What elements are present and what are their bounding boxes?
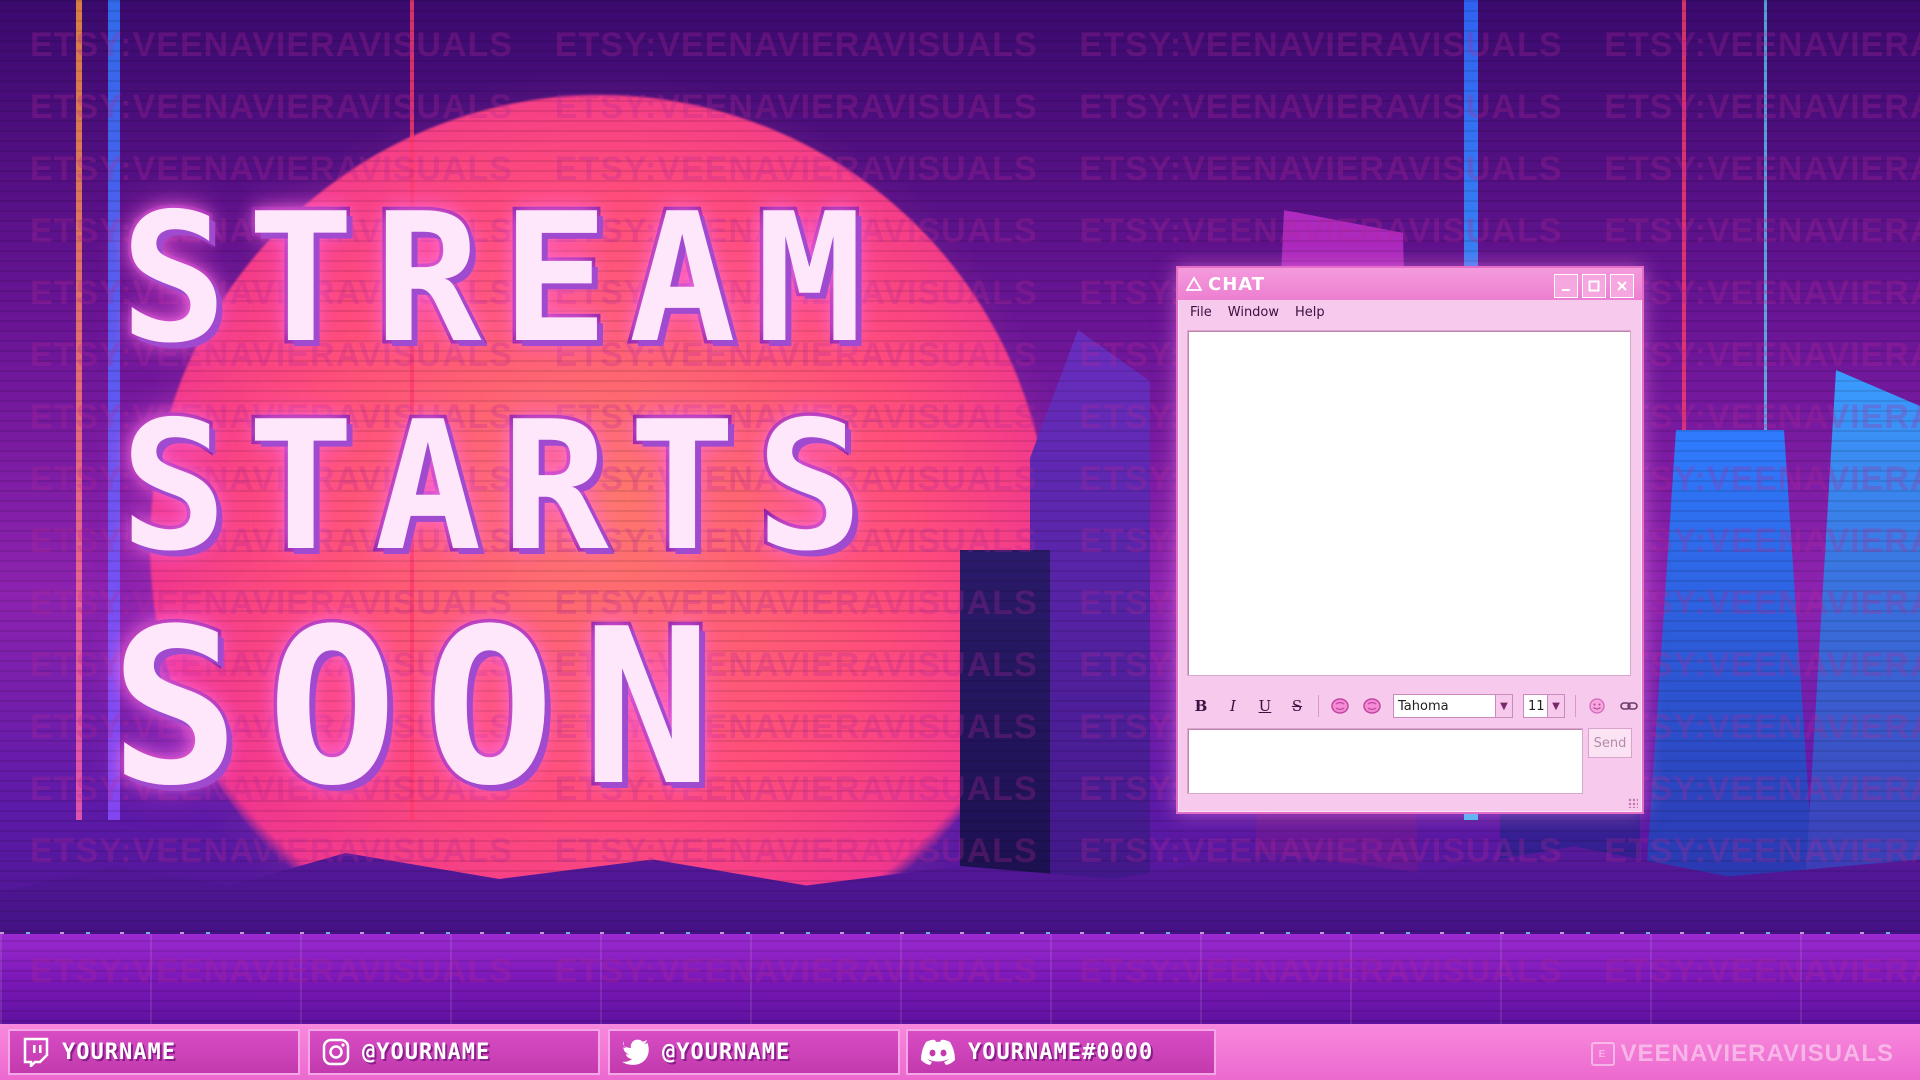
social-instagram-label: @YOURNAME xyxy=(362,1039,491,1065)
maximize-icon xyxy=(1588,280,1600,292)
watermark-text: ETSY:VEENAVIERAVISUALS ETSY:VEENAVIERAVI… xyxy=(30,952,1920,990)
strikethrough-button[interactable]: S xyxy=(1286,695,1308,717)
emoji-button[interactable] xyxy=(1586,695,1608,717)
minimize-icon xyxy=(1562,289,1570,291)
instagram-icon xyxy=(320,1036,352,1068)
window-controls xyxy=(1554,274,1634,298)
social-twitter-label: @YOURNAME xyxy=(662,1039,791,1065)
underline-button[interactable]: U xyxy=(1254,695,1276,717)
brand-watermark-text: VEENAVIERAVISUALS xyxy=(1620,1040,1894,1067)
brand-watermark: E VEENAVIERAVISUALS xyxy=(1590,1040,1895,1068)
chat-format-toolbar: B I U S Tahoma ▼ 11 ▼ xyxy=(1190,692,1640,720)
warning-triangle-icon xyxy=(1186,276,1202,292)
toolbar-divider xyxy=(1318,695,1319,717)
resize-grip-icon[interactable] xyxy=(1628,798,1638,808)
brain-icon xyxy=(1363,698,1381,714)
font-size-value: 11 xyxy=(1528,698,1545,714)
maximize-button[interactable] xyxy=(1582,274,1606,298)
italic-button[interactable]: I xyxy=(1222,695,1244,717)
background-color-button[interactable] xyxy=(1361,695,1383,717)
watermark-text: ETSY:VEENAVIERAVISUALS ETSY:VEENAVIERAVI… xyxy=(30,26,1920,64)
text-color-button[interactable] xyxy=(1329,695,1351,717)
chat-title: CHAT xyxy=(1208,273,1266,295)
chat-window: CHAT File Window Help B I U S Tahoma ▼ 1… xyxy=(1176,266,1644,814)
social-discord-label: YOURNAME#0000 xyxy=(968,1039,1154,1065)
social-twitch-label: YOURNAME xyxy=(62,1039,176,1065)
social-discord: YOURNAME#0000 xyxy=(906,1029,1216,1075)
chat-titlebar[interactable]: CHAT xyxy=(1178,268,1642,300)
watermark-text: ETSY:VEENAVIERAVISUALS ETSY:VEENAVIERAVI… xyxy=(30,832,1920,870)
close-icon xyxy=(1617,281,1627,291)
menu-window[interactable]: Window xyxy=(1228,305,1279,320)
link-icon xyxy=(1620,702,1638,710)
chevron-down-icon: ▼ xyxy=(1547,695,1564,717)
headline-line-2: STARTS xyxy=(117,383,883,590)
font-family-select[interactable]: Tahoma ▼ xyxy=(1393,694,1513,718)
headline-line-3: SOON xyxy=(107,582,740,833)
close-button[interactable] xyxy=(1610,274,1634,298)
etsy-logo-icon: E xyxy=(1590,1042,1615,1066)
chat-message-log[interactable] xyxy=(1187,330,1631,676)
twitch-icon xyxy=(20,1036,52,1068)
chevron-down-icon: ▼ xyxy=(1495,695,1512,717)
menu-help[interactable]: Help xyxy=(1295,305,1325,320)
discord-icon xyxy=(918,1036,958,1068)
chat-message-input[interactable] xyxy=(1187,728,1583,794)
twitter-icon xyxy=(620,1036,652,1068)
chat-menubar: File Window Help xyxy=(1178,300,1642,324)
smiley-icon xyxy=(1589,698,1605,714)
social-bar: YOURNAME @YOURNAME @YOURNAME YOURNAME#00… xyxy=(0,1024,1920,1080)
send-button[interactable]: Send xyxy=(1588,728,1632,758)
font-size-select[interactable]: 11 ▼ xyxy=(1523,694,1565,718)
social-twitter: @YOURNAME xyxy=(608,1029,900,1075)
menu-file[interactable]: File xyxy=(1190,305,1212,320)
watermark-text: ETSY:VEENAVIERAVISUALS ETSY:VEENAVIERAVI… xyxy=(30,88,1920,126)
bold-button[interactable]: B xyxy=(1190,695,1212,717)
insert-link-button[interactable] xyxy=(1618,695,1640,717)
social-instagram: @YOURNAME xyxy=(308,1029,600,1075)
social-twitch: YOURNAME xyxy=(8,1029,300,1075)
font-family-value: Tahoma xyxy=(1398,698,1449,714)
headline-line-1: STREAM xyxy=(117,175,883,382)
minimize-button[interactable] xyxy=(1554,274,1578,298)
toolbar-divider xyxy=(1575,695,1576,717)
brain-icon xyxy=(1331,698,1349,714)
